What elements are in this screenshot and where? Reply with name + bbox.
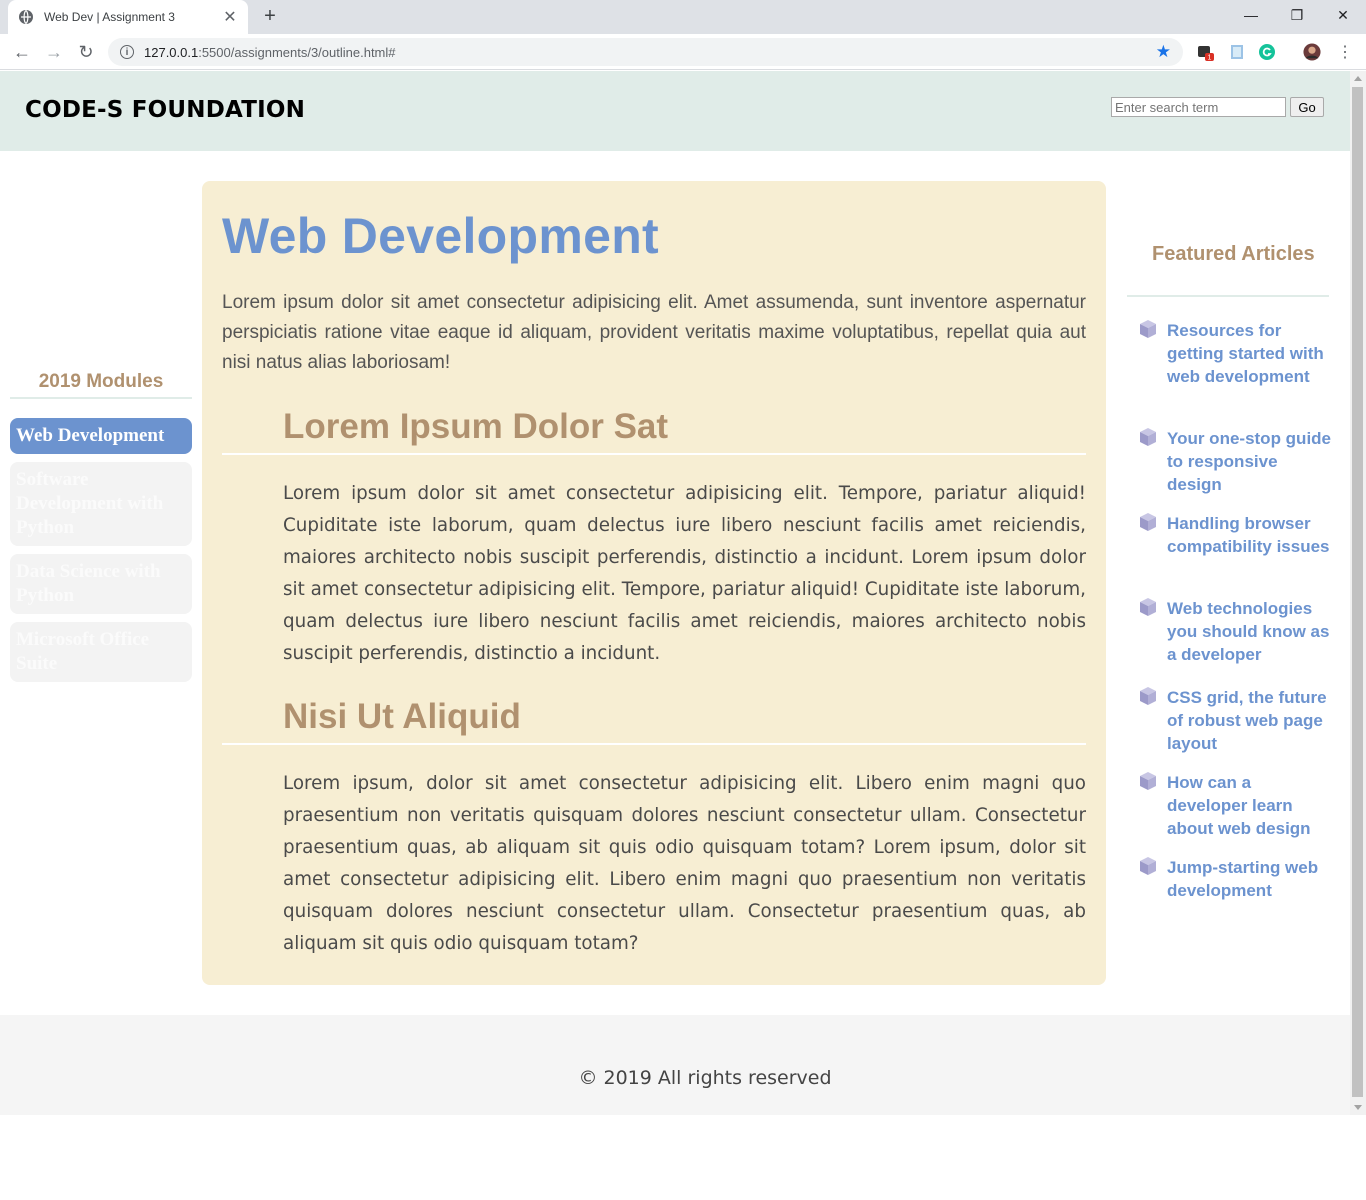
- minimize-icon[interactable]: —: [1228, 0, 1274, 30]
- scroll-down-icon[interactable]: [1354, 1105, 1362, 1110]
- reload-icon[interactable]: ↻: [74, 40, 98, 64]
- article-link[interactable]: How can a developer learn about web desi…: [1167, 771, 1333, 840]
- cube-icon: [1138, 856, 1158, 876]
- copyright-text: © 2019 All rights reserved: [578, 1067, 832, 1089]
- url-bar[interactable]: i 127.0.0.1:5500/assignments/3/outline.h…: [108, 38, 1183, 66]
- url-text: 127.0.0.1:5500/assignments/3/outline.htm…: [144, 44, 396, 60]
- browser-tab[interactable]: Web Dev | Assignment 3 ✕: [8, 0, 248, 34]
- scroll-up-icon[interactable]: [1354, 76, 1362, 81]
- cube-icon: [1138, 771, 1158, 791]
- address-bar-row: ← → ↻ i 127.0.0.1:5500/assignments/3/out…: [0, 34, 1366, 70]
- article-link[interactable]: Resources for getting started with web d…: [1167, 319, 1333, 388]
- site-brand: CODE-S FOUNDATION: [25, 97, 306, 123]
- module-microsoft-office[interactable]: Microsoft Office Suite: [10, 622, 192, 682]
- restore-icon[interactable]: ❐: [1274, 0, 1320, 30]
- site-footer: © 2019 All rights reserved: [0, 1015, 1350, 1115]
- go-button[interactable]: Go: [1290, 97, 1324, 117]
- cube-icon: [1138, 597, 1158, 617]
- article-item: Your one-stop guide to responsive design: [1138, 427, 1333, 496]
- page-scrollbar[interactable]: [1350, 71, 1366, 1115]
- grammarly-icon[interactable]: [1258, 43, 1276, 61]
- article-item: CSS grid, the future of robust web page …: [1138, 686, 1333, 755]
- site-header: CODE-S FOUNDATION Go: [0, 71, 1350, 151]
- section-paragraph: Lorem ipsum dolor sit amet consectetur a…: [283, 483, 1086, 664]
- svg-text:1: 1: [1208, 55, 1212, 62]
- section-paragraph: Lorem ipsum, dolor sit amet consectetur …: [283, 773, 1086, 954]
- info-icon[interactable]: i: [120, 45, 134, 59]
- article-item: Web technologies you should know as a de…: [1138, 597, 1333, 666]
- cube-icon: [1138, 512, 1158, 532]
- close-window-icon[interactable]: ✕: [1320, 0, 1366, 30]
- module-data-science-python[interactable]: Data Science with Python: [10, 554, 192, 614]
- reader-extension-icon[interactable]: [1228, 43, 1246, 61]
- article-link[interactable]: Your one-stop guide to responsive design: [1167, 427, 1333, 496]
- article-item: Jump-starting web development: [1138, 856, 1333, 902]
- article-link[interactable]: Jump-starting web development: [1167, 856, 1333, 902]
- intro-paragraph: Lorem ipsum dolor sit amet consectetur a…: [222, 292, 1086, 373]
- section-heading: Lorem Ipsum Dolor Sat: [222, 407, 1086, 455]
- article-item: How can a developer learn about web desi…: [1138, 771, 1333, 840]
- module-web-development[interactable]: Web Development: [10, 418, 192, 454]
- menu-kebab-icon[interactable]: ⋮: [1336, 43, 1354, 61]
- browser-tab-strip: Web Dev | Assignment 3 ✕ + — ❐ ✕: [0, 0, 1366, 34]
- web-page: CODE-S FOUNDATION Go 2019 Modules Web De…: [0, 71, 1350, 1200]
- section-heading: Nisi Ut Aliquid: [222, 697, 1086, 745]
- tab-title: Web Dev | Assignment 3: [44, 10, 175, 24]
- scrollbar-thumb[interactable]: [1352, 87, 1363, 1097]
- back-arrow-icon[interactable]: ←: [10, 40, 34, 64]
- cube-icon: [1138, 319, 1158, 339]
- profile-avatar[interactable]: [1303, 43, 1321, 61]
- article-link[interactable]: Handling browser compatibility issues: [1167, 512, 1333, 558]
- search-input[interactable]: [1111, 97, 1286, 117]
- extension-icon[interactable]: 1: [1196, 43, 1214, 61]
- bookmark-star-icon[interactable]: ★: [1156, 42, 1171, 62]
- module-software-development-python[interactable]: Software Development with Python: [10, 462, 192, 546]
- article-link[interactable]: CSS grid, the future of robust web page …: [1167, 686, 1333, 755]
- main-content: Web Development Lorem ipsum dolor sit am…: [202, 181, 1106, 985]
- featured-articles-title: Featured Articles: [1127, 241, 1329, 297]
- close-tab-icon[interactable]: ✕: [222, 7, 238, 27]
- article-item: Handling browser compatibility issues: [1138, 512, 1333, 558]
- globe-icon: [18, 9, 34, 25]
- cube-icon: [1138, 427, 1158, 447]
- new-tab-button[interactable]: +: [258, 5, 282, 29]
- article-item: Resources for getting started with web d…: [1138, 319, 1333, 388]
- article-link[interactable]: Web technologies you should know as a de…: [1167, 597, 1333, 666]
- cube-icon: [1138, 686, 1158, 706]
- modules-title: 2019 Modules: [10, 371, 192, 399]
- forward-arrow-icon[interactable]: →: [42, 40, 66, 64]
- page-title: Web Development: [222, 208, 659, 264]
